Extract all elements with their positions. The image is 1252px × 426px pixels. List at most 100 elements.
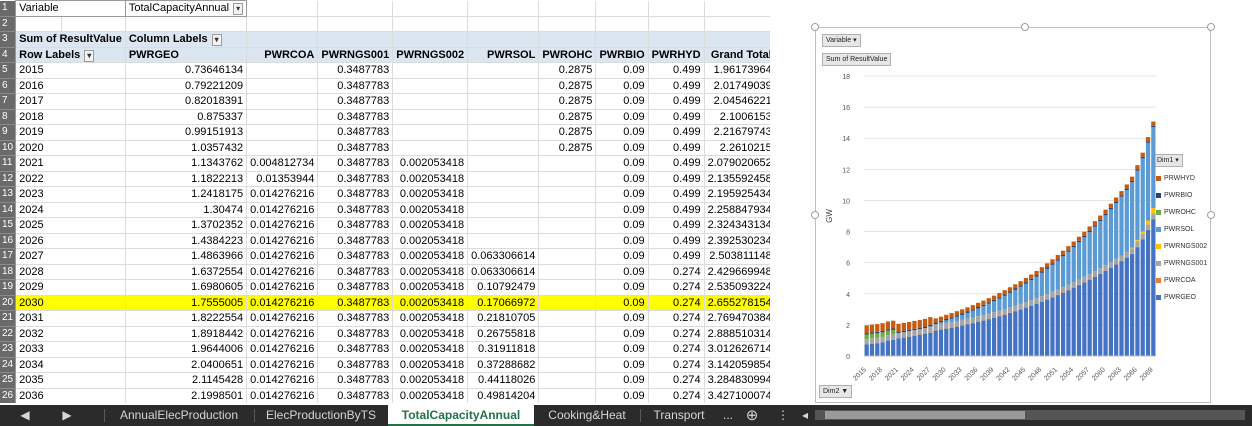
value-cell[interactable]: 1.6980605 [125, 279, 248, 296]
value-cell[interactable]: 0.09 [595, 202, 649, 218]
value-cell[interactable]: 0.002053418 [392, 202, 469, 218]
column-labels-header[interactable]: Column Labels ▾ [125, 31, 248, 48]
column-filter-icon[interactable]: ▾ [211, 34, 222, 47]
value-cell[interactable]: 0.3487783 [317, 372, 394, 389]
value-cell[interactable]: 1.7555005 [125, 295, 248, 311]
value-cell[interactable]: 0.499 [648, 140, 705, 156]
value-cell[interactable]: 3.427100074 [704, 388, 770, 403]
value-cell[interactable]: 0.09 [595, 326, 649, 342]
value-cell[interactable]: 0.3487783 [317, 78, 394, 94]
row-label[interactable]: 2036 [15, 388, 126, 403]
value-cell[interactable]: 0.3487783 [317, 62, 394, 79]
value-cell[interactable] [538, 202, 597, 218]
value-cell[interactable] [246, 124, 319, 141]
value-cell[interactable]: 0.09 [595, 295, 649, 311]
value-cell[interactable] [246, 109, 319, 125]
value-cell[interactable]: 0.002053418 [392, 171, 469, 187]
value-cell[interactable]: 0.09 [595, 248, 649, 265]
row-label[interactable]: 2030 [15, 295, 126, 311]
value-cell[interactable]: 2.0400651 [125, 357, 248, 373]
value-cell[interactable]: 0.499 [648, 186, 705, 203]
tab-totalcapacityannual[interactable]: TotalCapacityAnnual [388, 405, 534, 426]
value-cell[interactable]: 0.499 [648, 217, 705, 234]
value-cell[interactable]: 0.44118026 [467, 372, 540, 389]
value-cell[interactable]: 1.8222554 [125, 310, 248, 327]
value-cell[interactable] [467, 186, 540, 203]
row-header[interactable]: 22 [0, 326, 17, 342]
value-cell[interactable]: 0.002053418 [392, 155, 469, 172]
value-cell[interactable]: 0.09 [595, 78, 649, 94]
row-label[interactable]: 2021 [15, 155, 126, 172]
legend-item[interactable]: PWRNGS001 [1156, 259, 1207, 268]
value-cell[interactable]: 0.499 [648, 248, 705, 265]
value-cell[interactable] [538, 326, 597, 342]
row-label[interactable]: 2020 [15, 140, 126, 156]
value-cell[interactable] [538, 388, 597, 403]
value-cell[interactable]: 2.258847934 [704, 202, 770, 218]
row-label[interactable]: 2015 [15, 62, 126, 79]
resize-handle[interactable] [811, 211, 819, 219]
row-header[interactable]: 12 [0, 171, 17, 187]
value-cell[interactable]: 0.3487783 [317, 140, 394, 156]
value-cell[interactable]: 0.014276216 [246, 248, 319, 265]
value-cell[interactable]: 0.3487783 [317, 93, 394, 110]
value-cell[interactable]: 2.195925434 [704, 186, 770, 203]
value-cell[interactable]: 2.21679743 [704, 124, 770, 141]
value-cell[interactable]: 1.8918442 [125, 326, 248, 342]
value-cell[interactable]: 0.09 [595, 357, 649, 373]
value-cell[interactable] [392, 140, 469, 156]
row-header[interactable]: 6 [0, 78, 17, 94]
value-cell[interactable]: 0.31911818 [467, 341, 540, 358]
value-cell[interactable]: 0.3487783 [317, 109, 394, 125]
value-cell[interactable]: 0.09 [595, 155, 649, 172]
value-cell[interactable]: 0.79221209 [125, 78, 248, 94]
row-header[interactable]: 26 [0, 388, 17, 403]
value-cell[interactable]: 0.002053418 [392, 264, 469, 280]
value-cell[interactable] [467, 62, 540, 79]
value-cell[interactable]: 2.01749039 [704, 78, 770, 94]
pivot-chart[interactable]: Variable ▾ Sum of ResultValue Dim2 ▼ Dim… [815, 27, 1211, 403]
value-cell[interactable]: 0.499 [648, 93, 705, 110]
value-cell[interactable]: 0.49814204 [467, 388, 540, 403]
value-cell[interactable]: 0.21810705 [467, 310, 540, 327]
value-cell[interactable] [538, 248, 597, 265]
value-cell[interactable]: 1.2418175 [125, 186, 248, 203]
value-cell[interactable] [246, 62, 319, 79]
value-cell[interactable]: 0.274 [648, 372, 705, 389]
value-cell[interactable]: 2.769470384 [704, 310, 770, 327]
value-cell[interactable]: 0.875337 [125, 109, 248, 125]
row-header[interactable]: 8 [0, 109, 17, 125]
value-cell[interactable]: 0.002053418 [392, 217, 469, 234]
row-header[interactable]: 23 [0, 341, 17, 358]
value-cell[interactable]: 2.324343134 [704, 217, 770, 234]
value-cell[interactable]: 0.3487783 [317, 171, 394, 187]
value-cell[interactable]: 0.09 [595, 140, 649, 156]
value-cell[interactable] [467, 202, 540, 218]
value-cell[interactable]: 0.82018391 [125, 93, 248, 110]
filter-value[interactable]: TotalCapacityAnnual ▾ [124, 0, 248, 17]
value-cell[interactable]: 1.96173964 [704, 62, 770, 79]
value-cell[interactable]: 0.73646134 [125, 62, 248, 79]
row-header[interactable]: 13 [0, 186, 17, 203]
row-label[interactable]: 2028 [15, 264, 126, 280]
value-cell[interactable] [538, 155, 597, 172]
tab-scroll-prev-icon[interactable]: ◀ [18, 405, 32, 426]
value-cell[interactable]: 0.014276216 [246, 341, 319, 358]
row-filter-icon[interactable]: ▾ [84, 49, 95, 62]
value-cell[interactable] [467, 171, 540, 187]
value-cell[interactable]: 0.09 [595, 279, 649, 296]
row-header[interactable]: 10 [0, 140, 17, 156]
value-cell[interactable]: 2.535093224 [704, 279, 770, 296]
value-cell[interactable]: 0.002053418 [392, 341, 469, 358]
value-cell[interactable] [467, 93, 540, 110]
row-label[interactable]: 2017 [15, 93, 126, 110]
value-cell[interactable]: 0.09 [595, 388, 649, 403]
value-cell[interactable]: 0.3487783 [317, 186, 394, 203]
row-label[interactable]: 2034 [15, 357, 126, 373]
value-cell[interactable]: 2.392530234 [704, 233, 770, 249]
value-cell[interactable]: 2.135592458 [704, 171, 770, 187]
tab-scroll-next-icon[interactable]: ▶ [60, 405, 74, 426]
value-cell[interactable] [246, 93, 319, 110]
value-cell[interactable]: 0.09 [595, 264, 649, 280]
row-header[interactable]: 5 [0, 62, 17, 79]
